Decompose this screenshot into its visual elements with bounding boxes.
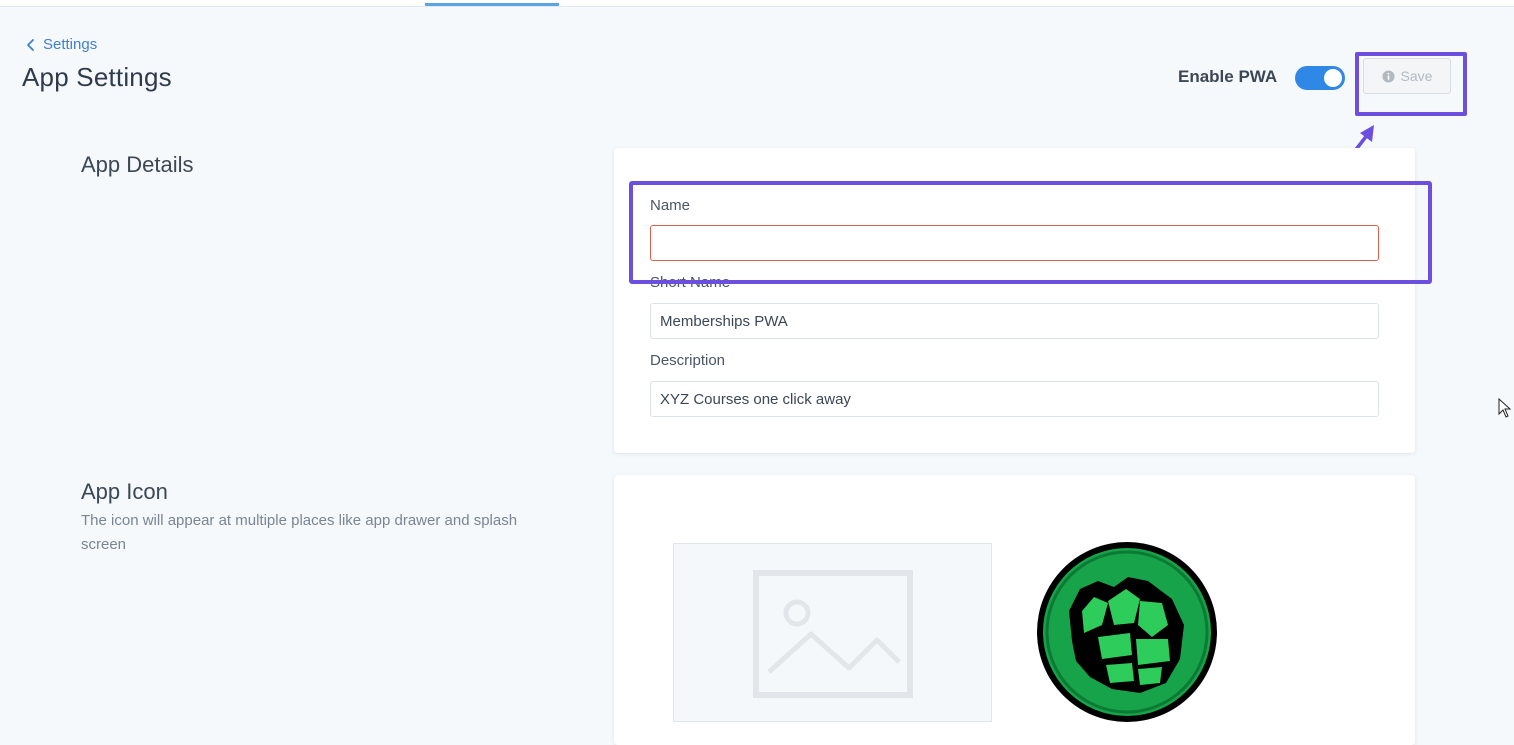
toggle-knob	[1324, 69, 1342, 87]
app-icon-image[interactable]	[1036, 541, 1218, 723]
app-details-title: App Details	[81, 152, 194, 177]
save-button-label: Save	[1400, 68, 1433, 84]
name-label: Name	[650, 197, 691, 214]
app-icon-card	[614, 475, 1415, 745]
icon-upload-dropzone[interactable]	[673, 543, 992, 722]
save-button[interactable]: Save	[1363, 58, 1451, 94]
back-link-label: Settings	[43, 36, 98, 53]
app-details-card: Name Short Name Description	[614, 148, 1415, 453]
app-icon-description: The icon will appear at multiple places …	[81, 512, 518, 553]
short-name-label: Short Name	[650, 274, 731, 291]
info-circle-icon	[1381, 69, 1395, 83]
top-nav-bar	[0, 0, 1514, 7]
back-to-settings-link[interactable]: Settings	[26, 36, 97, 53]
enable-pwa-toggle[interactable]	[1295, 66, 1345, 90]
description-label: Description	[650, 352, 726, 369]
description-input[interactable]	[650, 381, 1379, 417]
enable-pwa-label: Enable PWA	[1178, 67, 1278, 86]
name-input[interactable]	[650, 225, 1379, 261]
mouse-cursor-icon	[1498, 398, 1512, 418]
image-placeholder-icon	[753, 570, 913, 698]
app-icon-title: App Icon	[81, 479, 168, 504]
active-tab-indicator	[425, 3, 559, 6]
short-name-input[interactable]	[650, 303, 1379, 339]
chevron-left-icon	[27, 38, 34, 51]
page-title: App Settings	[22, 62, 172, 92]
